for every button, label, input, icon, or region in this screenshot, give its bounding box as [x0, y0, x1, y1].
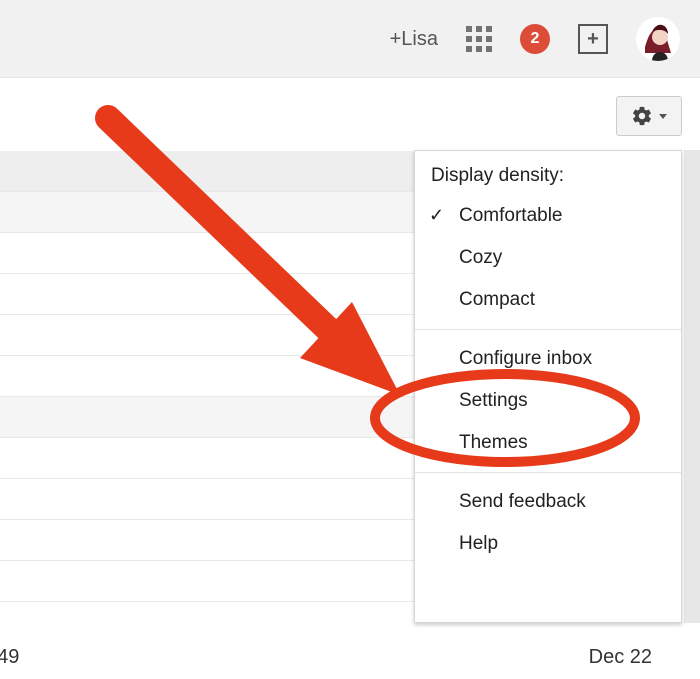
notifications-badge[interactable]: 2 [520, 24, 550, 54]
mail-price-snippet: $49 [0, 646, 19, 669]
settings-dropdown-menu: Display density: ✓ Comfortable Cozy Comp… [414, 150, 682, 623]
menu-divider [415, 472, 681, 473]
menu-item-configure-inbox[interactable]: Configure inbox [415, 338, 681, 380]
display-density-title: Display density: [415, 151, 681, 195]
google-plus-name[interactable]: +Lisa [390, 28, 438, 51]
menu-item-label: Help [459, 533, 498, 554]
density-option-cozy[interactable]: Cozy [415, 237, 681, 279]
settings-gear-button[interactable] [616, 96, 682, 136]
menu-divider [415, 329, 681, 330]
menu-item-label: Themes [459, 432, 528, 453]
avatar[interactable] [636, 17, 680, 61]
share-button[interactable]: + [578, 24, 608, 54]
menu-item-help[interactable]: Help [415, 523, 681, 565]
menu-item-label: Settings [459, 390, 528, 411]
apps-grid-icon[interactable] [466, 26, 492, 52]
menu-item-themes[interactable]: Themes [415, 422, 681, 464]
menu-item-label: Comfortable [459, 205, 563, 226]
google-top-bar: +Lisa 2 + [0, 0, 700, 78]
gear-icon [631, 105, 653, 127]
caret-down-icon [659, 114, 667, 119]
density-option-comfortable[interactable]: ✓ Comfortable [415, 195, 681, 237]
density-option-compact[interactable]: Compact [415, 279, 681, 321]
menu-item-settings[interactable]: Settings [415, 380, 681, 422]
mail-date: Dec 22 [589, 646, 652, 669]
right-sidebar-strip [684, 150, 700, 623]
menu-item-send-feedback[interactable]: Send feedback [415, 481, 681, 523]
mail-row-last[interactable]: $49 Dec 22 [0, 635, 682, 679]
menu-item-label: Cozy [459, 247, 502, 268]
menu-item-label: Send feedback [459, 491, 586, 512]
check-icon: ✓ [429, 205, 444, 226]
menu-item-label: Compact [459, 289, 535, 310]
menu-item-label: Configure inbox [459, 348, 592, 369]
